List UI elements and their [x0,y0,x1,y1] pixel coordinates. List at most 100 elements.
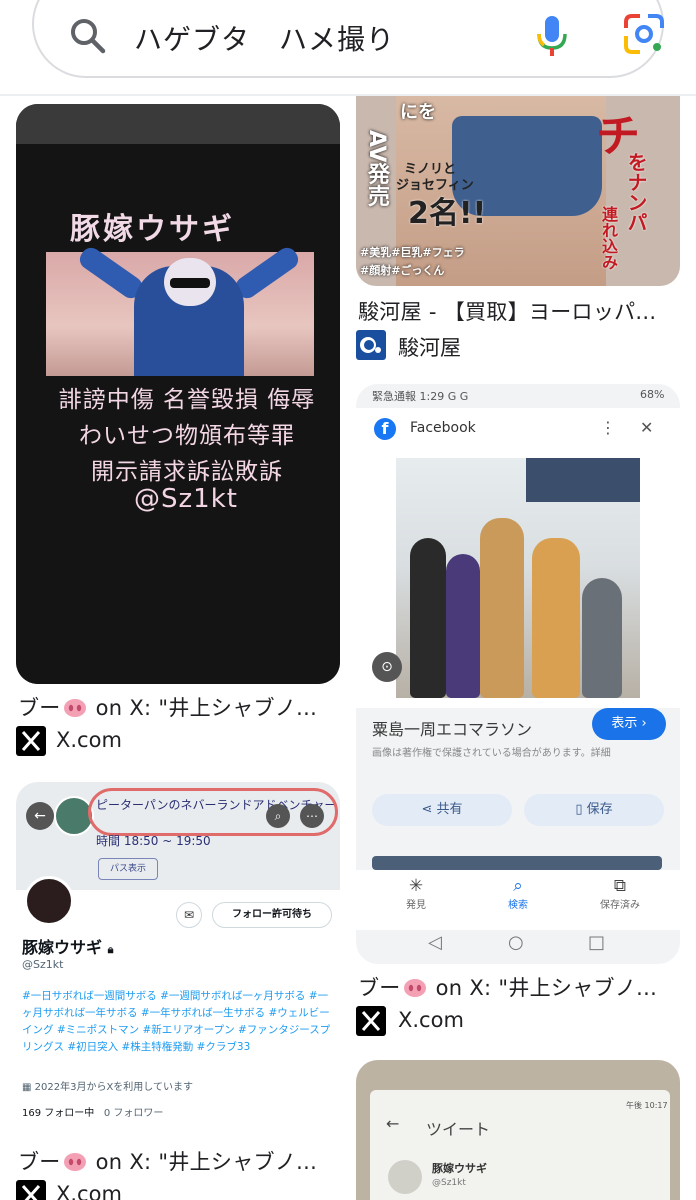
result-thumbnail-4[interactable]: ← ピーターパンのネバーランドアドベンチャー ⌕ ⋯ 時間 18:50 ~ 19… [16,782,340,1136]
nav-label: 発見 [406,900,426,911]
lock-icon: 🔒︎ [107,943,114,956]
person [410,538,446,698]
google-lens-icon[interactable] [622,12,666,58]
back-arrow-icon: ← [26,802,54,830]
tweet-author-handle: @Sz1kt [432,1178,466,1188]
save-button: ▯ 保存 [524,794,664,826]
follow-counts: 169 フォロー中 0 フォロワー [22,1104,163,1119]
profile-name: 豚嫁ウサギ 🔒︎ [22,934,113,958]
person [446,554,480,698]
group-photo [396,458,640,698]
nav-discover: ✳ 発見 [376,876,456,911]
figure-arm [232,243,302,303]
nav-label: 検索 [508,900,528,911]
image-info-title: 粟島一周エコマラソン [372,720,533,739]
microphone-icon[interactable] [532,12,572,62]
figure-glasses [170,278,210,288]
pig-nose-icon [403,979,426,997]
avatar [24,876,74,926]
magazine-text: AV発売 [364,130,389,207]
railing [582,578,622,698]
mail-icon: ✉ [176,902,202,928]
magazine-text: 連れ込み [599,206,618,270]
result-source-1[interactable]: X.com [56,728,122,752]
caption-prefix: ブー [358,976,401,1000]
result-source-3[interactable]: X.com [398,1008,464,1032]
magazine-text: をナンパ [624,152,648,232]
joined-date: ▦ 2022年3月からXを利用しています [22,1078,193,1093]
battery-level: 68% [640,388,665,401]
search-bar[interactable]: ハゲブタ ハメ撮り [32,0,664,78]
result-caption-3[interactable]: ブー on X: "井上シャブノ... [358,972,678,1002]
search-icon: ⌕ [266,804,290,828]
tweet-header-title: ツイート [426,1120,491,1139]
shirt-photo [46,243,314,376]
back-arrow-icon: ← [386,1114,400,1133]
save-label: 保存 [586,802,613,817]
recents-icon: □ [588,932,606,953]
shirt-line: わいせつ物頒布等罪 [79,423,295,449]
app-name: Facebook [410,420,476,436]
phone-status-bar: 緊急通報 1:29 G G [372,390,469,403]
result-source-4[interactable]: X.com [56,1182,122,1200]
more-icon: ⋮ [600,418,616,437]
pig-nose-icon [63,699,86,717]
more-icon: ⋯ [300,804,324,828]
search-results-page: ハゲブタ ハメ撮り 豚嫁ウサギ 誹謗中傷 名誉毀損 侮辱 わいせつ物頒布等罪 開… [0,0,696,1200]
surugaya-logo-icon [356,330,386,360]
profile-handle: @Sz1kt [22,958,64,971]
caption-suffix: on X: "井上シャブノ... [428,976,658,1000]
follow-pending-button: フォロー許可待ち [212,902,332,928]
nav-saved: ⧉ 保存済み [580,876,660,911]
avatar [388,1160,422,1194]
x-logo-icon [16,726,46,756]
profile-bio: #一日サボれば一週間サボる #一週間サボれば一ヶ月サボる #一ヶ月サボれば一年サ… [22,990,331,1053]
result-thumbnail-1[interactable]: 豚嫁ウサギ 誹謗中傷 名誉毀損 侮辱 わいせつ物頒布等罪 開示請求訴訟敗訴 @S… [16,104,340,684]
share-label: 共有 [436,802,463,817]
result-caption-4[interactable]: ブー on X: "井上シャブノ... [18,1146,338,1176]
search-icon: ⌕ [513,876,523,896]
caption-suffix: on X: "井上シャブノ... [88,1150,318,1174]
lens-search-icon: ⊙ [372,652,402,682]
calendar-icon: ▦ [22,1082,35,1093]
asterisk-icon: ✳ [408,876,424,896]
joined-text: 2022年3月からXを利用しています [34,1082,194,1093]
tweet-author-name: 豚嫁ウサギ [432,1162,487,1175]
collections-icon: ⧉ [613,876,627,896]
magazine-text: #顔射#ごっくん [360,264,445,277]
x-logo-icon [16,1180,46,1200]
person [480,518,524,698]
close-icon: ✕ [640,418,654,437]
result-thumbnail-3[interactable]: 緊急通報 1:29 G G 68% f Facebook ⋮ ✕ ⊙ 粟島一周エ… [356,384,680,964]
result-caption-2[interactable]: 駿河屋 - 【買取】ヨーロッパ... [358,296,680,326]
home-icon: ○ [508,932,524,953]
caption-prefix: ブー [18,1150,61,1174]
result-thumbnail-5[interactable]: 午後 10:17 ← ツイート 豚嫁ウサギ @Sz1kt [356,1060,680,1200]
bookmark-icon: ▯ [575,802,587,817]
nav-label: 保存済み [600,900,640,911]
result-thumbnail-2[interactable]: チ にを AV発売 ミノリと ジョセフィン 2名!! をナンパ 連れ込み #美乳… [356,96,680,286]
tweet-status-time: 午後 10:17 [626,1101,668,1110]
back-icon: ◁ [428,932,442,953]
search-icon[interactable] [68,16,108,56]
profile-name-text: 豚嫁ウサギ [22,938,103,957]
pig-nose-icon [63,1153,86,1171]
shirt-handle: @Sz1kt [134,484,238,514]
show-button: 表示 › [592,708,666,740]
share-icon: ⋖ [421,802,437,817]
shirt-text-lines: 誹謗中傷 名誉毀損 侮辱 わいせつ物頒布等罪 開示請求訴訟敗訴 [42,382,332,490]
magazine-text: #美乳#巨乳#フェラ [360,246,465,259]
next-results-strip [372,856,662,870]
facebook-icon: f [374,418,396,440]
result-source-2[interactable]: 駿河屋 [398,332,461,362]
result-caption-1[interactable]: ブー on X: "井上シャブノ... [18,692,338,722]
share-button: ⋖ 共有 [372,794,512,826]
search-input[interactable]: ハゲブタ ハメ撮り [134,18,395,58]
shirt-title: 豚嫁ウサギ [70,212,235,247]
person [532,538,580,698]
nav-search: ⌕ 検索 [478,876,558,911]
copyright-note: 画像は著作権で保護されている場合があります。詳細 [372,748,611,759]
event-time: 時間 18:50 ~ 19:50 [96,834,211,848]
shirt-line: 誹謗中傷 名誉毀損 侮辱 [58,387,316,413]
caption-prefix: ブー [18,696,61,720]
